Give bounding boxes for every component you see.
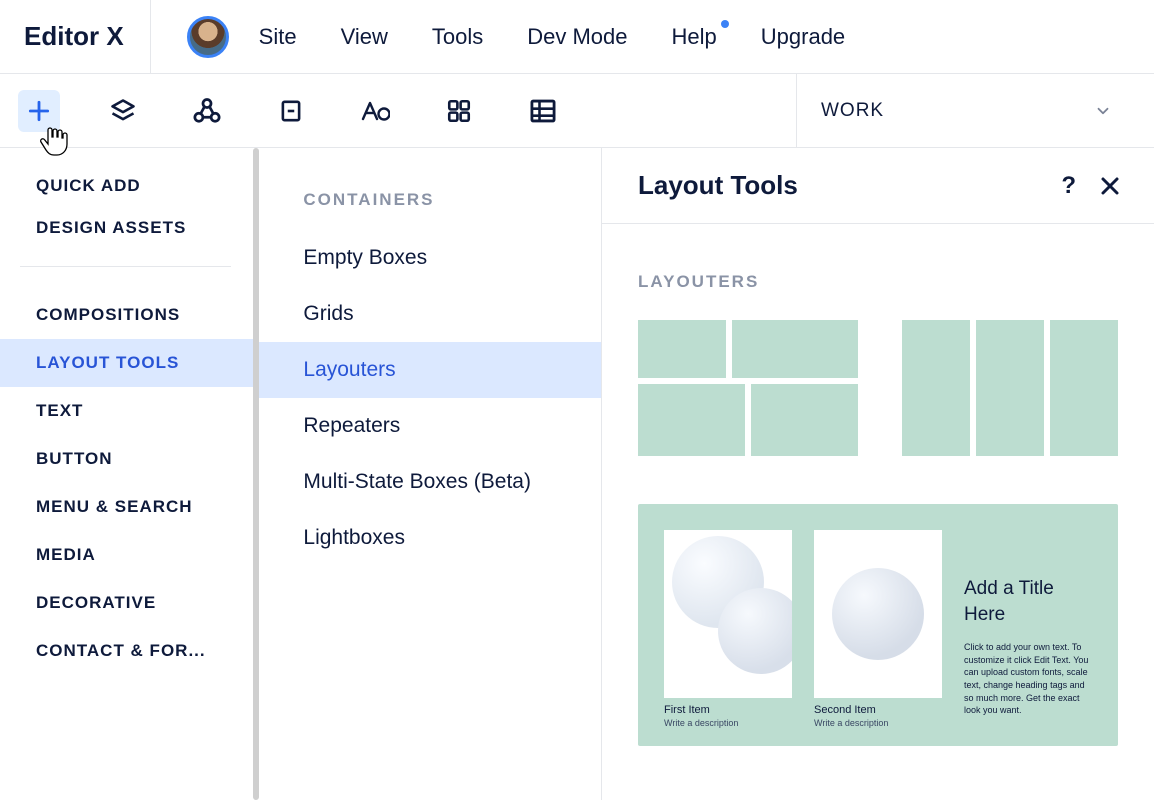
cursor-hand-icon xyxy=(38,122,72,165)
layout-preset-2[interactable] xyxy=(902,320,1118,462)
top-menu: Site View Tools Dev Mode Help Upgrade xyxy=(259,24,846,50)
thumb-2 xyxy=(814,530,942,698)
sample-paragraph: Click to add your own text. To customize… xyxy=(964,641,1092,717)
layout-preset-3[interactable]: First Item Write a description Second It… xyxy=(638,504,1118,746)
add-title-2: Here xyxy=(964,602,1092,628)
item1-desc: Write a description xyxy=(664,718,792,728)
top-bar: Editor X Site View Tools Dev Mode Help U… xyxy=(0,0,1154,74)
close-icon[interactable] xyxy=(1098,174,1122,198)
help-icon[interactable]: ? xyxy=(1061,172,1076,200)
item2-desc: Write a description xyxy=(814,718,942,728)
brand-logo: Editor X xyxy=(24,0,151,73)
menu-view[interactable]: View xyxy=(341,24,388,50)
category-sidebar: QUICK ADD DESIGN ASSETS COMPOSITIONS LAY… xyxy=(0,148,259,800)
chevron-down-icon xyxy=(1094,102,1112,120)
item2-title: Second Item xyxy=(814,704,942,716)
item-repeaters[interactable]: Repeaters xyxy=(259,398,601,454)
scrollbar[interactable] xyxy=(253,148,259,800)
layouters-header: LAYOUTERS xyxy=(638,272,1118,292)
avatar[interactable] xyxy=(187,16,229,58)
cat-compositions[interactable]: COMPOSITIONS xyxy=(0,291,259,339)
theme-icon[interactable] xyxy=(354,90,396,132)
containers-header: CONTAINERS xyxy=(259,190,601,230)
quick-add[interactable]: QUICK ADD xyxy=(0,176,259,218)
master-icon[interactable] xyxy=(186,90,228,132)
toolbar: WORK xyxy=(0,74,1154,148)
page-icon[interactable] xyxy=(270,90,312,132)
layout-preset-1[interactable] xyxy=(638,320,858,462)
cat-button[interactable]: BUTTON xyxy=(0,435,259,483)
menu-help-label: Help xyxy=(672,24,717,49)
item-grids[interactable]: Grids xyxy=(259,286,601,342)
panel-title: Layout Tools xyxy=(638,170,798,201)
menu-tools[interactable]: Tools xyxy=(432,24,483,50)
item-layouters[interactable]: Layouters xyxy=(259,342,601,398)
cat-text[interactable]: TEXT xyxy=(0,387,259,435)
design-assets[interactable]: DESIGN ASSETS xyxy=(0,218,259,260)
cat-layout-tools[interactable]: LAYOUT TOOLS xyxy=(0,339,259,387)
cat-contact-forms[interactable]: CONTACT & FOR... xyxy=(0,627,259,675)
preview-panel: Layout Tools ? LAYOUTERS xyxy=(602,148,1154,800)
notify-dot-icon xyxy=(721,20,729,28)
cat-media[interactable]: MEDIA xyxy=(0,531,259,579)
apps-icon[interactable] xyxy=(438,90,480,132)
menu-help[interactable]: Help xyxy=(672,24,717,50)
brand-text: Editor X xyxy=(24,21,124,52)
menu-upgrade[interactable]: Upgrade xyxy=(761,24,845,50)
item-empty-boxes[interactable]: Empty Boxes xyxy=(259,230,601,286)
data-icon[interactable] xyxy=(522,90,564,132)
divider xyxy=(20,266,231,267)
container-list: CONTAINERS Empty Boxes Grids Layouters R… xyxy=(259,148,602,800)
menu-site[interactable]: Site xyxy=(259,24,297,50)
add-title-1: Add a Title xyxy=(964,576,1092,602)
item1-title: First Item xyxy=(664,704,792,716)
page-dropdown[interactable]: WORK xyxy=(796,74,1136,147)
thumb-1 xyxy=(664,530,792,698)
layers-icon[interactable] xyxy=(102,90,144,132)
cat-decorative[interactable]: DECORATIVE xyxy=(0,579,259,627)
menu-dev-mode[interactable]: Dev Mode xyxy=(527,24,627,50)
item-multistate[interactable]: Multi-State Boxes (Beta) xyxy=(259,454,601,510)
page-dropdown-label: WORK xyxy=(821,100,884,122)
item-lightboxes[interactable]: Lightboxes xyxy=(259,510,601,566)
cat-menu-search[interactable]: MENU & SEARCH xyxy=(0,483,259,531)
